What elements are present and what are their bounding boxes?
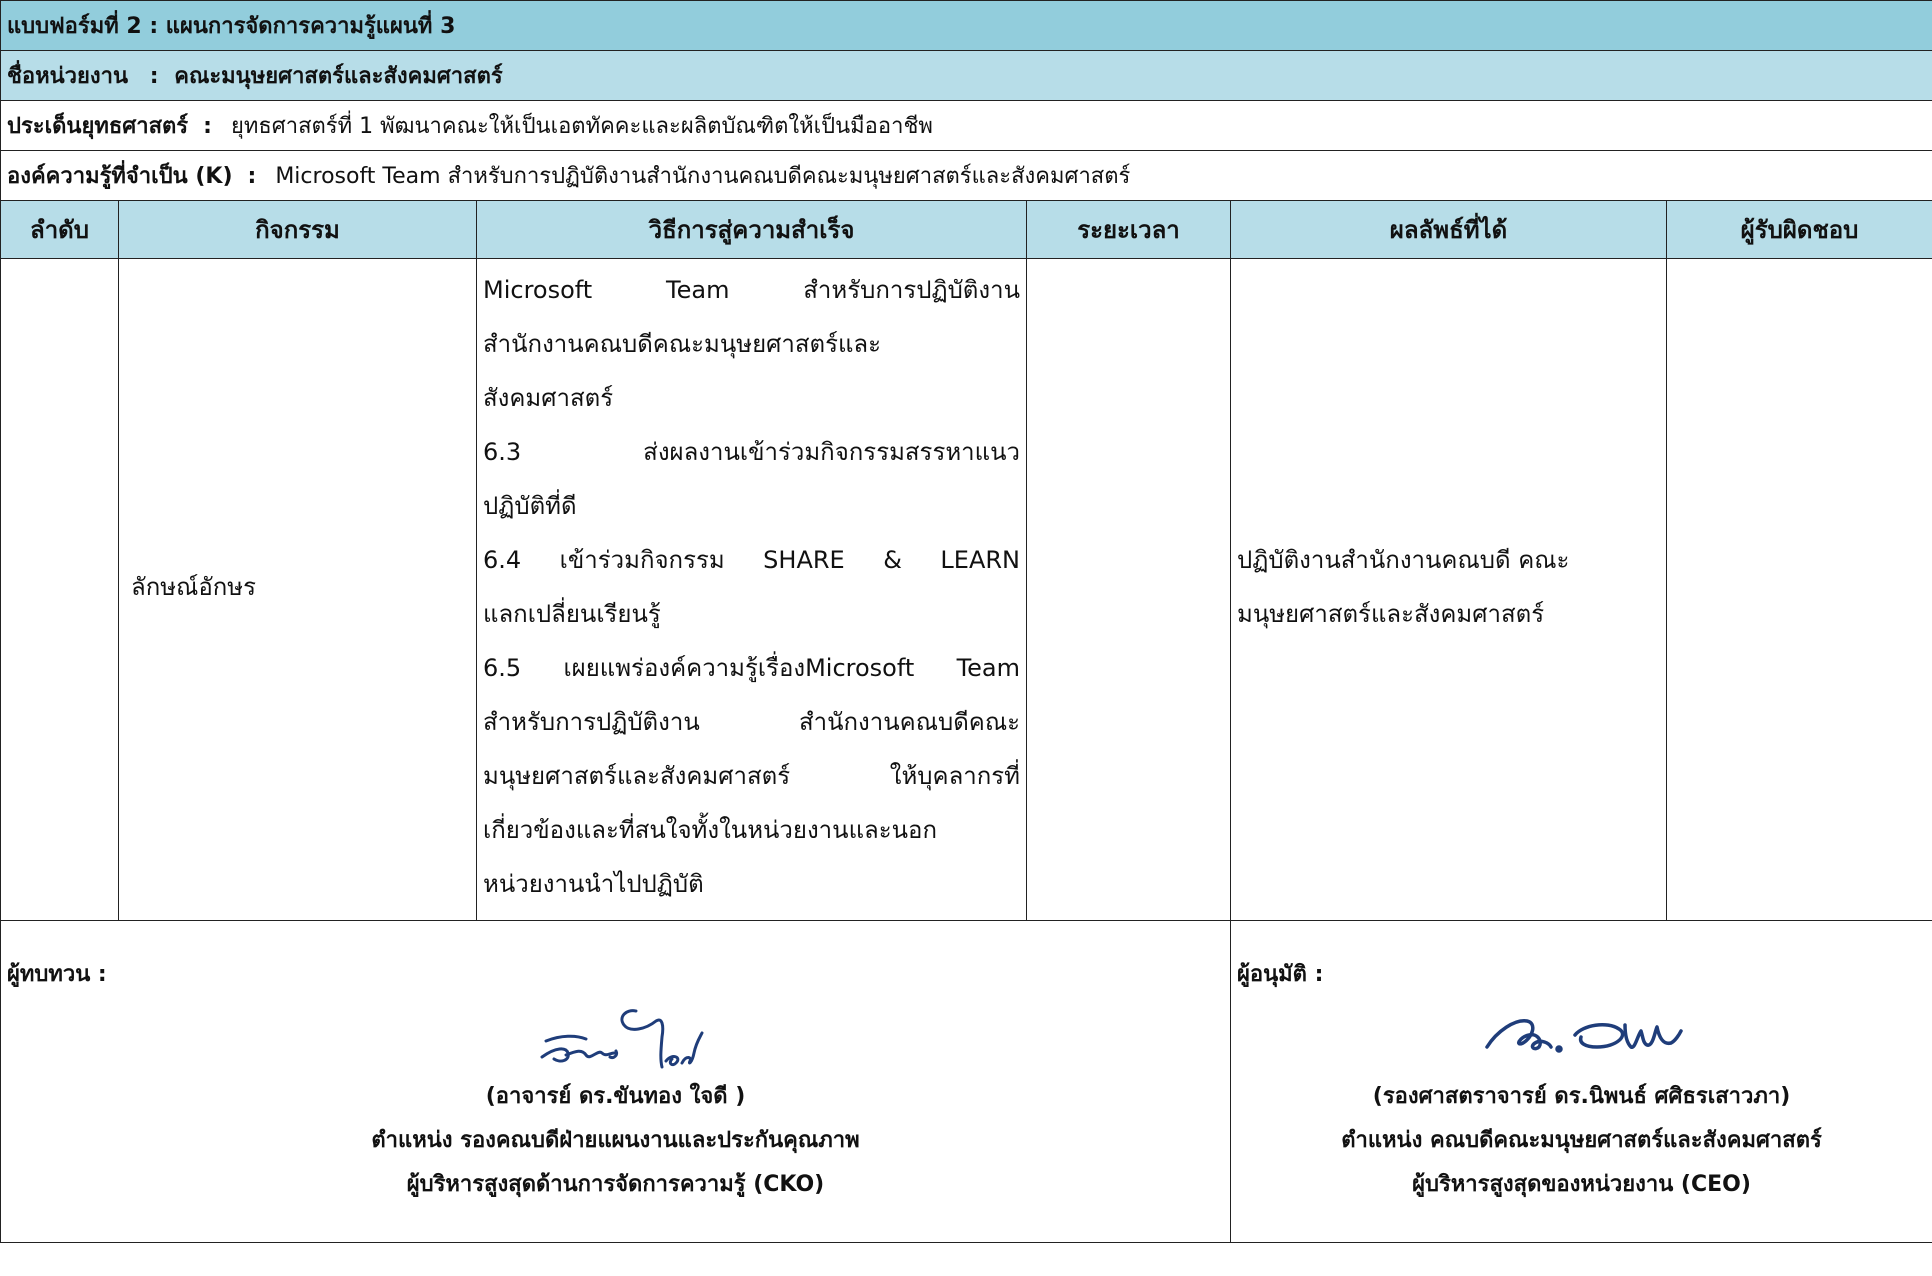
method-line: 6.3 ส่งผลงานเข้าร่วมกิจกรรมสรรหาแนว: [483, 437, 1020, 466]
method-line: สำหรับการปฏิบัติงาน สำนักงานคณบดีคณะ: [483, 707, 1020, 736]
cell-duration: [1026, 258, 1231, 921]
department-value: คณะมนุษยศาสตร์และสังคมศาสตร์: [174, 64, 503, 89]
cell-responsible: [1665, 258, 1932, 921]
knowledge-label: องค์ความรู้ที่จำเป็น (K): [7, 164, 233, 189]
approver-role: ผู้บริหารสูงสุดของหน่วยงาน (CEO): [1412, 1172, 1751, 1197]
column-header-order: ลำดับ: [0, 200, 119, 259]
signature-row: ผู้ทบทวน : (อาจารย์ ดร.ขันทอง ใจดี ) ตำแ…: [0, 920, 1932, 1243]
method-line: 6.5 เผยแพร่องค์ความรู้เรื่องMicrosoft Te…: [483, 653, 1020, 682]
cell-result: ปฏิบัติงานสำนักงานคณบดี คณะ มนุษยศาสตร์แ…: [1230, 258, 1667, 921]
knowledge-row: องค์ความรู้ที่จำเป็น (K) : Microsoft Tea…: [0, 150, 1932, 201]
km-plan-table: แบบฟอร์มที่ 2 : แผนการจัดการความรู้แผนที…: [0, 0, 1932, 1243]
strategy-label: ประเด็นยุทธศาสตร์: [7, 114, 189, 139]
km-plan-form: แบบฟอร์มที่ 2 : แผนการจัดการความรู้แผนที…: [0, 0, 1932, 1276]
strategy-value: ยุทธศาสตร์ที่ 1 พัฒนาคณะให้เป็นเอตทัคคะแ…: [230, 114, 933, 139]
strategy-row: ประเด็นยุทธศาสตร์ : ยุทธศาสตร์ที่ 1 พัฒน…: [0, 100, 1932, 151]
approver-label: ผู้อนุมัติ :: [1237, 962, 1324, 987]
form-title: แบบฟอร์มที่ 2 : แผนการจัดการความรู้แผนที…: [0, 0, 1932, 51]
column-header-result: ผลลัพธ์ที่ได้: [1230, 200, 1667, 259]
department-row: ชื่อหน่วยงาน : คณะมนุษยศาสตร์และสังคมศาส…: [0, 50, 1932, 101]
reviewer-signature: [540, 1009, 703, 1069]
reviewer-block: ผู้ทบทวน : (อาจารย์ ดร.ขันทอง ใจดี ) ตำแ…: [0, 920, 1231, 1243]
knowledge-value: Microsoft Team สำหรับการปฏิบัติงานสำนักง…: [275, 164, 1131, 189]
column-header-responsible: ผู้รับผิดชอบ: [1665, 200, 1932, 259]
approver-name: (รองศาสตราจารย์ ดร.นิพนธ์ ศศิธรเสาวภา): [1372, 1084, 1791, 1109]
column-header-duration: ระยะเวลา: [1026, 200, 1231, 259]
column-header-activity: กิจกรรม: [118, 200, 477, 259]
method-line: เกี่ยวข้องและที่สนใจทั้งในหน่วยงานและนอก: [483, 815, 937, 844]
knowledge-separator: :: [247, 164, 257, 189]
result-line: มนุษยศาสตร์และสังคมศาสตร์: [1237, 599, 1545, 628]
department-label: ชื่อหน่วยงาน: [7, 64, 129, 89]
method-line: สำนักงานคณบดีคณะมนุษยศาสตร์และ: [483, 329, 882, 358]
cell-method: Microsoft Team สำหรับการปฏิบัติงาน สำนัก…: [476, 258, 1027, 921]
form-title-row: แบบฟอร์มที่ 2 : แผนการจัดการความรู้แผนที…: [0, 0, 1932, 51]
reviewer-position: ตำแหน่ง รองคณบดีฝ่ายแผนงานและประกันคุณภา…: [371, 1128, 860, 1153]
reviewer-name: (อาจารย์ ดร.ขันทอง ใจดี ): [485, 1084, 746, 1109]
method-line: 6.4 เข้าร่วมกิจกรรม SHARE & LEARN: [483, 545, 1020, 574]
method-line: หน่วยงานนำไปปฏิบัติ: [483, 869, 704, 898]
activity-text: ลักษณ์อักษร: [131, 572, 256, 601]
method-line: แลกเปลี่ยนเรียนรู้: [483, 599, 661, 628]
approver-signature: [1484, 1019, 1683, 1053]
approver-block: ผู้อนุมัติ : (รองศาสตราจารย์ ดร.นิพนธ์ ศ…: [1229, 920, 1932, 1243]
reviewer-role: ผู้บริหารสูงสุดด้านการจัดการความรู้ (CKO…: [406, 1172, 825, 1197]
method-line: Microsoft Team สำหรับการปฏิบัติงาน: [483, 275, 1020, 304]
reviewer-label: ผู้ทบทวน :: [7, 962, 107, 987]
department-separator: :: [149, 64, 159, 89]
cell-order: [0, 258, 119, 921]
result-line: ปฏิบัติงานสำนักงานคณบดี คณะ: [1237, 545, 1570, 574]
table-header-row: ลำดับ กิจกรรม วิธีการสู่ความสำเร็จ ระยะเ…: [0, 200, 1932, 259]
approver-position: ตำแหน่ง คณบดีคณะมนุษยศาสตร์และสังคมศาสตร…: [1341, 1128, 1822, 1153]
cell-activity: ลักษณ์อักษร: [118, 258, 477, 921]
method-line: มนุษยศาสตร์และสังคมศาสตร์ ให้บุคลากรที่: [483, 761, 1020, 790]
table-row: ลักษณ์อักษร Microsoft Team สำหรับการปฏิบ…: [0, 258, 1932, 921]
method-line: ปฏิบัติที่ดี: [483, 491, 577, 520]
column-header-method: วิธีการสู่ความสำเร็จ: [476, 200, 1027, 259]
strategy-separator: :: [203, 114, 212, 139]
method-line: สังคมศาสตร์: [483, 383, 614, 412]
